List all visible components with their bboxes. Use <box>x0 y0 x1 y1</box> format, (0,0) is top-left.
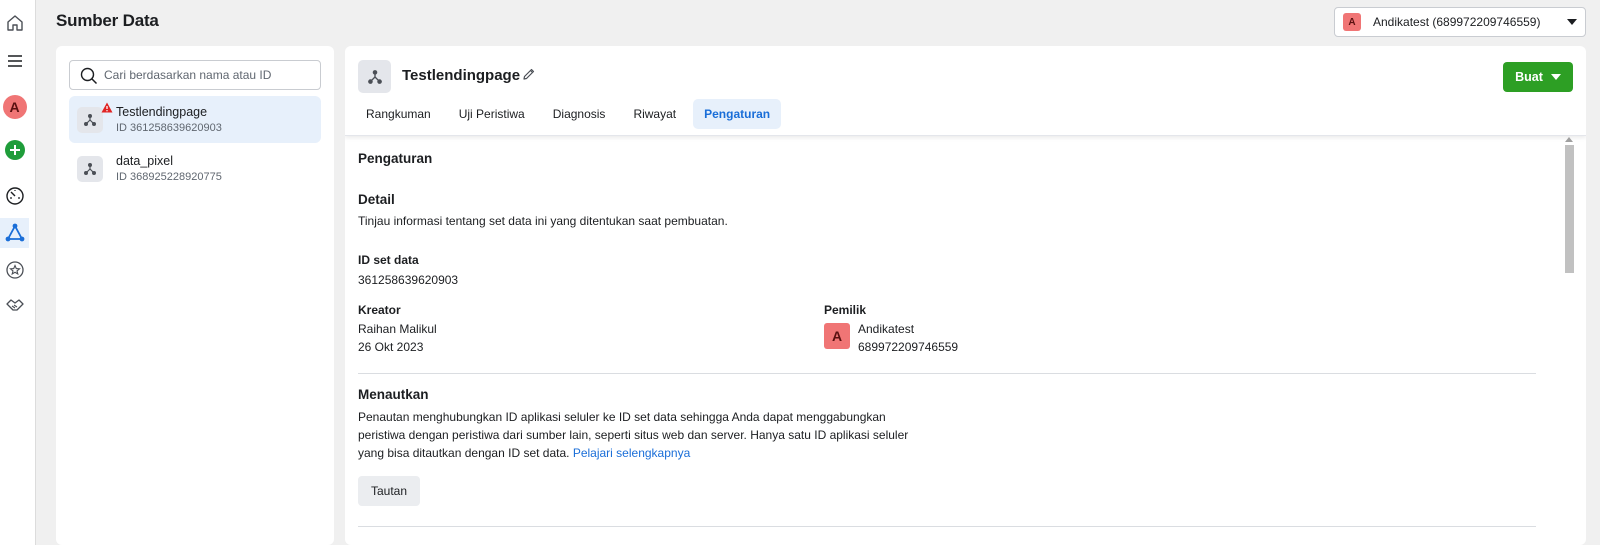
creator-label: Kreator <box>358 303 401 317</box>
dataset-item-data-pixel[interactable]: data_pixel ID 368925228920775 <box>69 145 321 192</box>
dataset-id: ID 361258639620903 <box>116 121 222 134</box>
search-box[interactable] <box>69 60 321 90</box>
link-description-line-3: yang bisa ditautkan dengan ID set data. … <box>358 446 690 460</box>
link-description-line-1: Penautan menghubungkan ID aplikasi selul… <box>358 410 886 424</box>
left-nav-rail: A <box>0 0 36 545</box>
tab-rangkuman[interactable]: Rangkuman <box>355 99 442 129</box>
dataset-id-label: ID set data <box>358 253 419 267</box>
edit-pencil-icon[interactable] <box>522 67 536 86</box>
dataset-name: Testlendingpage <box>116 104 208 119</box>
create-button[interactable]: Buat <box>1503 62 1573 92</box>
settings-heading: Pengaturan <box>358 151 433 166</box>
home-icon[interactable] <box>0 8 29 38</box>
tab-diagnosis[interactable]: Diagnosis <box>542 99 617 129</box>
detail-tabs: Rangkuman Uji Peristiwa Diagnosis Riwaya… <box>355 99 787 129</box>
creator-date: 26 Okt 2023 <box>358 340 424 354</box>
warning-icon <box>101 100 113 118</box>
account-label: Andikatest (689972209746559) <box>1373 15 1541 29</box>
dataset-item-testlendingpage[interactable]: Testlendingpage ID 361258639620903 <box>69 96 321 143</box>
menu-icon[interactable] <box>0 46 29 76</box>
link-button[interactable]: Tautan <box>358 476 420 506</box>
dataset-title: Testlendingpage <box>402 67 521 84</box>
dataset-detail-panel: Testlendingpage Buat Rangkuman Uji Peris… <box>345 46 1586 545</box>
owner-label: Pemilik <box>824 303 867 317</box>
owner-avatar: A <box>824 323 850 349</box>
star-icon[interactable] <box>0 255 29 285</box>
detail-heading: Detail <box>358 192 395 207</box>
gauge-icon[interactable] <box>0 181 29 211</box>
search-input[interactable] <box>104 68 320 82</box>
dataset-icon <box>358 60 391 93</box>
scroll-up-arrow[interactable] <box>1565 137 1573 142</box>
vertical-scrollbar[interactable] <box>1565 145 1574 545</box>
owner-name: Andikatest <box>858 322 915 336</box>
account-badge: A <box>1343 13 1361 31</box>
link-description-text: yang bisa ditautkan dengan ID set data. <box>358 446 570 460</box>
chevron-down-icon <box>1567 19 1577 25</box>
data-sources-icon[interactable] <box>0 218 29 248</box>
owner-id: 689972209746559 <box>858 340 959 354</box>
search-icon <box>80 67 98 90</box>
create-button-label: Buat <box>1515 70 1543 84</box>
account-avatar[interactable]: A <box>0 92 29 122</box>
page-title: Sumber Data <box>56 11 159 30</box>
creator-name: Raihan Malikul <box>358 322 437 336</box>
tab-pengaturan[interactable]: Pengaturan <box>693 99 782 129</box>
dataset-id: ID 368925228920775 <box>116 170 222 183</box>
learn-more-link[interactable]: Pelajari selengkapnya <box>573 446 690 460</box>
account-selector[interactable]: A Andikatest (689972209746559) <box>1334 7 1586 37</box>
link-description-line-2: peristiwa dengan peristiwa dari sumber l… <box>358 428 909 442</box>
section-divider <box>358 526 1536 527</box>
settings-scroll-area[interactable]: Pengaturan Detail Tinjau informasi tenta… <box>345 137 1586 545</box>
handshake-icon[interactable] <box>0 290 29 320</box>
dataset-name: data_pixel <box>116 153 173 168</box>
dataset-id-value: 361258639620903 <box>358 273 459 287</box>
add-icon[interactable] <box>0 135 29 165</box>
detail-header: Testlendingpage Buat Rangkuman Uji Peris… <box>345 46 1586 136</box>
section-divider <box>358 373 1536 374</box>
chevron-down-icon <box>1550 74 1561 80</box>
dataset-icon <box>77 102 113 133</box>
tab-uji-peristiwa[interactable]: Uji Peristiwa <box>448 99 536 129</box>
avatar-letter: A <box>2 95 27 119</box>
tab-riwayat[interactable]: Riwayat <box>622 99 687 129</box>
scrollbar-thumb[interactable] <box>1565 145 1574 273</box>
dataset-list-panel: Testlendingpage ID 361258639620903 data_… <box>56 46 334 545</box>
dataset-icon <box>77 155 103 182</box>
link-heading: Menautkan <box>358 387 429 402</box>
detail-description: Tinjau informasi tentang set data ini ya… <box>358 214 728 228</box>
